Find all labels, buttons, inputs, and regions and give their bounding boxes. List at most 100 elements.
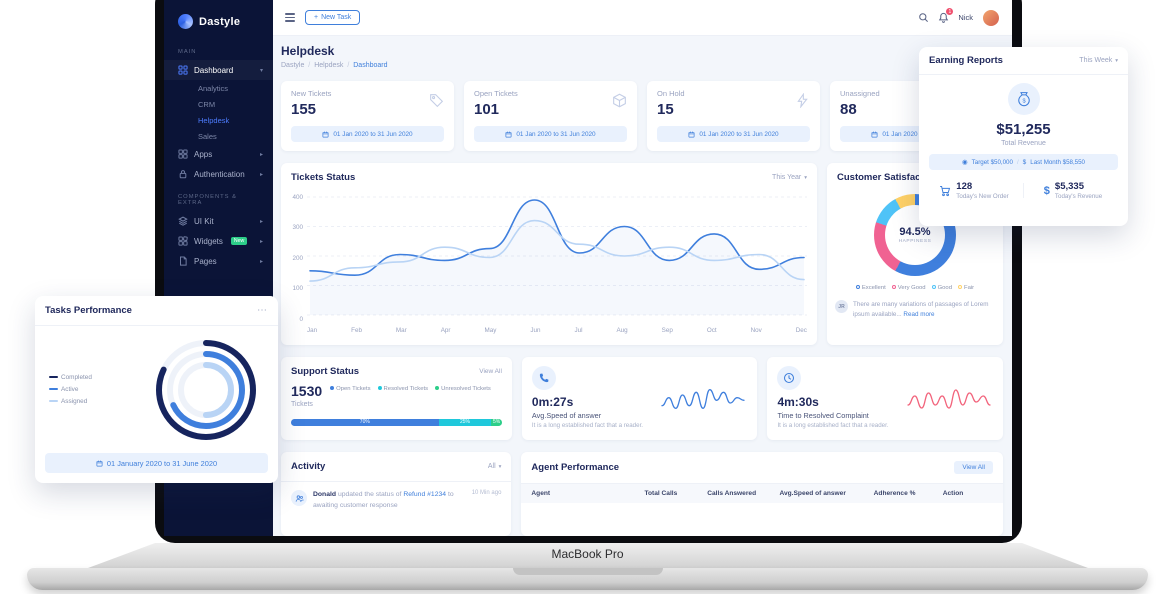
widgets-icon [178,236,188,246]
range-label: This Year [772,174,801,181]
avg-speed-value: 0m:27s [532,395,654,409]
view-all-button[interactable]: View All [954,461,993,474]
sidebar-item-label: Widgets [194,237,223,246]
stat-value: 155 [291,101,331,118]
satisfaction-legend: ExcellentVery GoodGoodFair [856,285,974,291]
page-title: Helpdesk [281,44,1003,58]
sidebar-subitem-crm[interactable]: CRM [164,96,273,112]
support-legend: Open TicketsResolved TicketsUnresolved T… [330,386,491,392]
card-title: Earning Reports [929,55,1003,66]
sidebar-item-label: UI Kit [194,217,214,226]
y-axis: 4003002001000 [287,194,307,323]
cube-icon [612,93,627,108]
legend-item: Excellent [856,285,886,291]
x-axis-tick: Aug [616,327,627,337]
sidebar-item-apps[interactable]: Apps ▸ [164,144,273,164]
date-range-button[interactable]: 01 Jan 2020 to 31 Jun 2020 [657,126,810,142]
calendar-icon [871,131,878,138]
sidebar-item-label: Pages [194,257,217,266]
sidebar-subitem-analytics[interactable]: Analytics [164,80,273,96]
tasks-rings-chart [154,338,258,442]
sidebar-item-dashboard[interactable]: Dashboard ▾ [164,60,273,80]
activity-item[interactable]: Donald updated the status of Refund #123… [281,482,511,518]
sidebar-item-ui-kit[interactable]: UI Kit ▸ [164,211,273,231]
x-axis-tick: Nov [751,327,762,337]
divider [1023,183,1024,198]
search-icon[interactable] [918,12,929,23]
calendar-icon [96,460,103,467]
legend-item: Completed [49,374,92,381]
orders-value: 128 [956,181,1008,192]
activity-filter-select[interactable]: All ▾ [488,463,502,470]
user-avatar[interactable] [982,9,1000,27]
breadcrumb-helpdesk[interactable]: Helpdesk [314,62,343,69]
view-all-link[interactable]: View All [479,368,502,375]
sidebar-item-pages[interactable]: Pages ▸ [164,251,273,271]
tasks-legend: CompletedActiveAssigned [49,374,92,405]
apps-icon [178,149,188,159]
card-title: Support Status [291,366,359,377]
svg-text:$: $ [1022,98,1026,104]
breadcrumb-root[interactable]: Dastyle [281,62,304,69]
read-more-link[interactable]: Read more [903,311,934,318]
stat-label: New Tickets [291,89,331,98]
sidebar-subitem-helpdesk[interactable]: Helpdesk [164,112,273,128]
charts-row: Tickets Status This Year ▾ 4003002001000… [281,163,1003,345]
topbar-right: 1 Nick [918,9,1000,27]
more-options-icon[interactable]: ⋯ [257,308,268,313]
activity-link[interactable]: Refund #1234 [403,491,446,498]
stat-card-new-tickets: New Tickets 155 01 Jan 2020 to 31 Jun 20… [281,81,454,151]
card-title: Activity [291,461,325,472]
earning-range-select[interactable]: This Week ▾ [1079,57,1118,64]
menu-icon[interactable] [285,13,295,21]
card-title: Tickets Status [291,172,355,183]
plus-icon: + [314,14,318,21]
sidebar-item-authentication[interactable]: Authentication ▸ [164,164,273,184]
x-axis-tick: Oct [707,327,717,337]
activity-timestamp: 10 Min ago [466,490,502,510]
date-range-label: 01 Jan 2020 to 31 Jun 2020 [699,131,778,138]
resolve-time-caption: It is a long established fact that a rea… [777,422,899,431]
stage: Dastyle MAIN Dashboard ▾ Analytics CRM H… [0,0,1175,594]
x-axis-tick: Jun [530,327,540,337]
divider: / [1017,159,1019,166]
mid-row: Support Status View All 1530 Tickets Ope… [281,357,1003,441]
legend-item: Open Tickets [330,386,370,392]
x-axis-tick: Jan [307,327,317,337]
chevron-right-icon: ▸ [260,258,263,265]
progress-segment: 5% [491,419,502,426]
logo-text: Dastyle [199,16,240,28]
earning-stats: 128 Today's New Order $ $5,335 Today's R… [929,179,1118,200]
app-logo[interactable]: Dastyle [164,10,273,39]
stat-card-on-hold: On Hold 15 01 Jan 2020 to 31 Jun 2020 [647,81,820,151]
dashboard-content: Helpdesk Dastyle / Helpdesk / Dashboard [273,36,1012,536]
chevron-down-icon: ▾ [1115,58,1118,64]
chevron-down-icon: ▾ [260,67,263,74]
sidebar-item-widgets[interactable]: Widgets New ▸ [164,231,273,251]
chevron-down-icon: ▾ [804,175,807,181]
notifications-bell-icon[interactable]: 1 [938,12,949,23]
app-screen: Dastyle MAIN Dashboard ▾ Analytics CRM H… [164,0,1012,536]
date-range-button[interactable]: 01 Jan 2020 to 31 Jun 2020 [474,126,627,142]
tasks-date-range-button[interactable]: 01 January 2020 to 31 June 2020 [45,453,268,473]
new-task-button[interactable]: + New Task [305,10,360,25]
sidebar-subitem-sales[interactable]: Sales [164,128,273,144]
avg-speed-card: 0m:27s Avg.Speed of answer It is a long … [522,357,758,441]
lock-icon [178,169,188,179]
earning-targets: ◉ Target $50,000 / $ Last Month $58,550 [929,154,1118,170]
avg-speed-sparkline [659,384,747,414]
revenue-value: $5,335 [1055,181,1102,192]
date-range-button[interactable]: 01 Jan 2020 to 31 Jun 2020 [291,126,444,142]
stat-card-open-tickets: Open Tickets 101 01 Jan 2020 to 31 Jun 2… [464,81,637,151]
tasks-performance-card: Tasks Performance ⋯ CompletedActiveAssig… [35,296,278,483]
calendar-icon [505,131,512,138]
column-header: Agent [531,490,644,497]
agent-performance-card: Agent Performance View All AgentTotal Ca… [521,452,1003,536]
column-header: Action [943,490,993,497]
dashboard-grid-icon [178,65,188,75]
resolve-time-card: 4m:30s Time to Resolved Complaint It is … [767,357,1003,441]
agent-table-header: AgentTotal CallsCalls AnsweredAvg.Speed … [521,484,1003,503]
card-title: Agent Performance [531,462,619,473]
legend-dot [932,285,936,289]
tickets-range-select[interactable]: This Year ▾ [772,174,807,181]
